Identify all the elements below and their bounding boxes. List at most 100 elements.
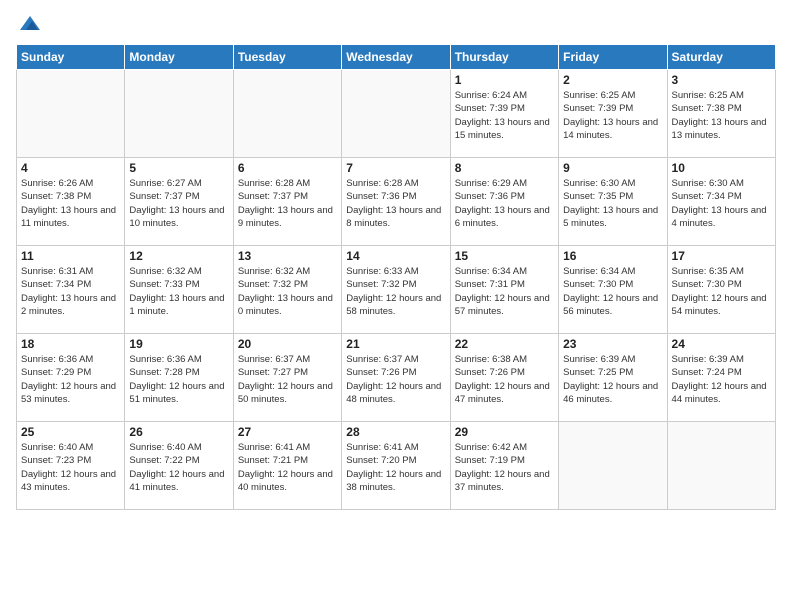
calendar-cell: 4 Sunrise: 6:26 AM Sunset: 7:38 PM Daylig… [17, 158, 125, 246]
day-number: 11 [21, 249, 120, 263]
week-row-5: 25 Sunrise: 6:40 AM Sunset: 7:23 PM Dayli… [17, 422, 776, 510]
calendar-cell: 1 Sunrise: 6:24 AM Sunset: 7:39 PM Daylig… [450, 70, 558, 158]
day-info: Sunrise: 6:25 AM Sunset: 7:39 PM Dayligh… [563, 89, 662, 142]
day-number: 27 [238, 425, 337, 439]
calendar-cell: 20 Sunrise: 6:37 AM Sunset: 7:27 PM Dayli… [233, 334, 341, 422]
week-row-4: 18 Sunrise: 6:36 AM Sunset: 7:29 PM Dayli… [17, 334, 776, 422]
week-row-1: 1 Sunrise: 6:24 AM Sunset: 7:39 PM Daylig… [17, 70, 776, 158]
day-info: Sunrise: 6:25 AM Sunset: 7:38 PM Dayligh… [672, 89, 771, 142]
day-number: 14 [346, 249, 445, 263]
calendar-cell: 6 Sunrise: 6:28 AM Sunset: 7:37 PM Daylig… [233, 158, 341, 246]
weekday-header-monday: Monday [125, 45, 233, 70]
calendar-cell: 16Sunrise: 6:34 AM Sunset: 7:30 PM Dayli… [559, 246, 667, 334]
day-number: 13 [238, 249, 337, 263]
day-number: 17 [672, 249, 771, 263]
day-info: Sunrise: 6:39 AM Sunset: 7:25 PM Dayligh… [563, 353, 662, 406]
weekday-header-sunday: Sunday [17, 45, 125, 70]
day-info: Sunrise: 6:35 AM Sunset: 7:30 PM Dayligh… [672, 265, 771, 318]
day-info: Sunrise: 6:40 AM Sunset: 7:22 PM Dayligh… [129, 441, 228, 494]
calendar-cell: 17 Sunrise: 6:35 AM Sunset: 7:30 PM Dayli… [667, 246, 775, 334]
day-info: Sunrise: 6:33 AM Sunset: 7:32 PM Dayligh… [346, 265, 445, 318]
day-number: 1 [455, 73, 554, 87]
week-row-2: 4 Sunrise: 6:26 AM Sunset: 7:38 PM Daylig… [17, 158, 776, 246]
day-number: 15 [455, 249, 554, 263]
day-number: 6 [238, 161, 337, 175]
header [16, 12, 776, 36]
week-row-3: 11 Sunrise: 6:31 AM Sunset: 7:34 PM Dayli… [17, 246, 776, 334]
day-number: 10 [672, 161, 771, 175]
day-number: 12 [129, 249, 228, 263]
day-info: Sunrise: 6:36 AM Sunset: 7:28 PM Dayligh… [129, 353, 228, 406]
calendar-cell: 22 Sunrise: 6:38 AM Sunset: 7:26 PM Dayli… [450, 334, 558, 422]
day-info: Sunrise: 6:31 AM Sunset: 7:34 PM Dayligh… [21, 265, 120, 318]
day-number: 2 [563, 73, 662, 87]
weekday-header-thursday: Thursday [450, 45, 558, 70]
day-info: Sunrise: 6:28 AM Sunset: 7:36 PM Dayligh… [346, 177, 445, 230]
day-info: Sunrise: 6:37 AM Sunset: 7:26 PM Dayligh… [346, 353, 445, 406]
day-number: 19 [129, 337, 228, 351]
day-info: Sunrise: 6:30 AM Sunset: 7:35 PM Dayligh… [563, 177, 662, 230]
calendar-cell [559, 422, 667, 510]
day-info: Sunrise: 6:39 AM Sunset: 7:24 PM Dayligh… [672, 353, 771, 406]
weekday-header-row: SundayMondayTuesdayWednesdayThursdayFrid… [17, 45, 776, 70]
calendar-cell: 3 Sunrise: 6:25 AM Sunset: 7:38 PM Daylig… [667, 70, 775, 158]
day-info: Sunrise: 6:24 AM Sunset: 7:39 PM Dayligh… [455, 89, 554, 142]
calendar-cell: 29Sunrise: 6:42 AM Sunset: 7:19 PM Dayli… [450, 422, 558, 510]
calendar-cell: 27 Sunrise: 6:41 AM Sunset: 7:21 PM Dayli… [233, 422, 341, 510]
day-number: 25 [21, 425, 120, 439]
day-number: 20 [238, 337, 337, 351]
logo-icon [18, 12, 42, 36]
calendar-cell: 24Sunrise: 6:39 AM Sunset: 7:24 PM Dayli… [667, 334, 775, 422]
weekday-header-saturday: Saturday [667, 45, 775, 70]
calendar-cell: 5 Sunrise: 6:27 AM Sunset: 7:37 PM Daylig… [125, 158, 233, 246]
day-number: 28 [346, 425, 445, 439]
calendar: SundayMondayTuesdayWednesdayThursdayFrid… [16, 44, 776, 510]
calendar-cell: 12 Sunrise: 6:32 AM Sunset: 7:33 PM Dayli… [125, 246, 233, 334]
calendar-cell: 14 Sunrise: 6:33 AM Sunset: 7:32 PM Dayli… [342, 246, 450, 334]
calendar-cell: 7 Sunrise: 6:28 AM Sunset: 7:36 PM Daylig… [342, 158, 450, 246]
calendar-cell [233, 70, 341, 158]
day-number: 23 [563, 337, 662, 351]
weekday-header-wednesday: Wednesday [342, 45, 450, 70]
day-number: 8 [455, 161, 554, 175]
day-number: 18 [21, 337, 120, 351]
calendar-cell [667, 422, 775, 510]
day-number: 22 [455, 337, 554, 351]
calendar-cell: 13 Sunrise: 6:32 AM Sunset: 7:32 PM Dayli… [233, 246, 341, 334]
day-info: Sunrise: 6:34 AM Sunset: 7:31 PM Dayligh… [455, 265, 554, 318]
calendar-cell: 25 Sunrise: 6:40 AM Sunset: 7:23 PM Dayli… [17, 422, 125, 510]
day-info: Sunrise: 6:41 AM Sunset: 7:20 PM Dayligh… [346, 441, 445, 494]
weekday-header-tuesday: Tuesday [233, 45, 341, 70]
day-info: Sunrise: 6:41 AM Sunset: 7:21 PM Dayligh… [238, 441, 337, 494]
calendar-cell [17, 70, 125, 158]
day-info: Sunrise: 6:37 AM Sunset: 7:27 PM Dayligh… [238, 353, 337, 406]
day-info: Sunrise: 6:40 AM Sunset: 7:23 PM Dayligh… [21, 441, 120, 494]
calendar-cell: 15 Sunrise: 6:34 AM Sunset: 7:31 PM Dayli… [450, 246, 558, 334]
day-info: Sunrise: 6:34 AM Sunset: 7:30 PM Dayligh… [563, 265, 662, 318]
day-info: Sunrise: 6:38 AM Sunset: 7:26 PM Dayligh… [455, 353, 554, 406]
day-info: Sunrise: 6:42 AM Sunset: 7:19 PM Dayligh… [455, 441, 554, 494]
day-number: 7 [346, 161, 445, 175]
day-info: Sunrise: 6:28 AM Sunset: 7:37 PM Dayligh… [238, 177, 337, 230]
calendar-cell: 10 Sunrise: 6:30 AM Sunset: 7:34 PM Dayli… [667, 158, 775, 246]
day-number: 4 [21, 161, 120, 175]
calendar-cell: 21Sunrise: 6:37 AM Sunset: 7:26 PM Dayli… [342, 334, 450, 422]
calendar-cell: 28 Sunrise: 6:41 AM Sunset: 7:20 PM Dayli… [342, 422, 450, 510]
day-info: Sunrise: 6:32 AM Sunset: 7:33 PM Dayligh… [129, 265, 228, 318]
day-info: Sunrise: 6:29 AM Sunset: 7:36 PM Dayligh… [455, 177, 554, 230]
calendar-cell: 9 Sunrise: 6:30 AM Sunset: 7:35 PM Daylig… [559, 158, 667, 246]
day-info: Sunrise: 6:30 AM Sunset: 7:34 PM Dayligh… [672, 177, 771, 230]
day-number: 9 [563, 161, 662, 175]
day-info: Sunrise: 6:32 AM Sunset: 7:32 PM Dayligh… [238, 265, 337, 318]
day-info: Sunrise: 6:27 AM Sunset: 7:37 PM Dayligh… [129, 177, 228, 230]
day-info: Sunrise: 6:36 AM Sunset: 7:29 PM Dayligh… [21, 353, 120, 406]
calendar-cell: 11 Sunrise: 6:31 AM Sunset: 7:34 PM Dayli… [17, 246, 125, 334]
day-number: 5 [129, 161, 228, 175]
day-number: 3 [672, 73, 771, 87]
calendar-cell: 8 Sunrise: 6:29 AM Sunset: 7:36 PM Daylig… [450, 158, 558, 246]
calendar-cell [342, 70, 450, 158]
day-number: 26 [129, 425, 228, 439]
calendar-cell: 2 Sunrise: 6:25 AM Sunset: 7:39 PM Daylig… [559, 70, 667, 158]
day-info: Sunrise: 6:26 AM Sunset: 7:38 PM Dayligh… [21, 177, 120, 230]
logo [16, 12, 42, 36]
